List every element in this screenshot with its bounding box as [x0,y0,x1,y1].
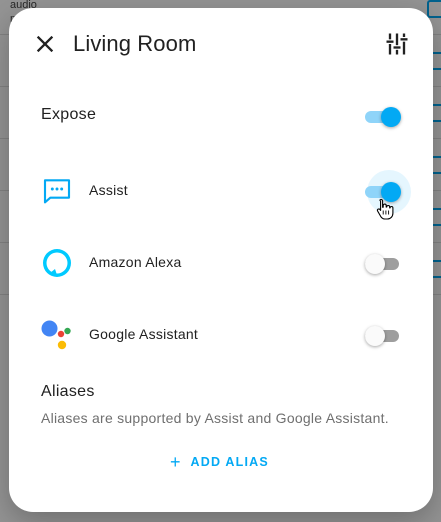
switch-thumb [365,254,385,274]
close-icon [36,35,54,53]
assistant-label: Amazon Alexa [89,254,182,270]
entity-settings-button[interactable] [383,30,411,58]
voice-assistants-dialog: Living Room Expose Assist Amazon Alexa G… [9,8,433,512]
switch-thumb [381,107,401,127]
assistant-label: Google Assistant [89,326,199,342]
hand-pointer-cursor-icon [376,198,394,220]
assistant-row-assist: Assist [41,170,411,214]
alexa-switch[interactable] [365,254,401,274]
dialog-header: Living Room [9,8,433,80]
switch-thumb [365,326,385,346]
alexa-ring-icon [41,247,73,279]
close-button[interactable] [31,30,59,58]
dialog-title: Living Room [73,31,197,56]
tune-icon [386,33,408,55]
expose-label: Expose [41,106,97,123]
aliases-description: Aliases are supported by Assist and Goog… [41,410,389,426]
assistant-label: Assist [89,182,128,198]
assistant-row-alexa: Amazon Alexa [41,243,401,283]
google-assistant-switch[interactable] [365,326,401,346]
plus-icon: + [170,452,181,472]
aliases-heading: Aliases [41,383,95,400]
assist-chat-icon [41,175,73,207]
google-assistant-dots-icon [41,319,73,351]
add-alias-label: ADD ALIAS [190,455,269,469]
assistant-row-google: Google Assistant [41,315,401,355]
expose-switch[interactable] [365,107,401,127]
expose-row: Expose [41,105,401,129]
add-alias-button[interactable]: + ADD ALIAS [170,448,269,476]
